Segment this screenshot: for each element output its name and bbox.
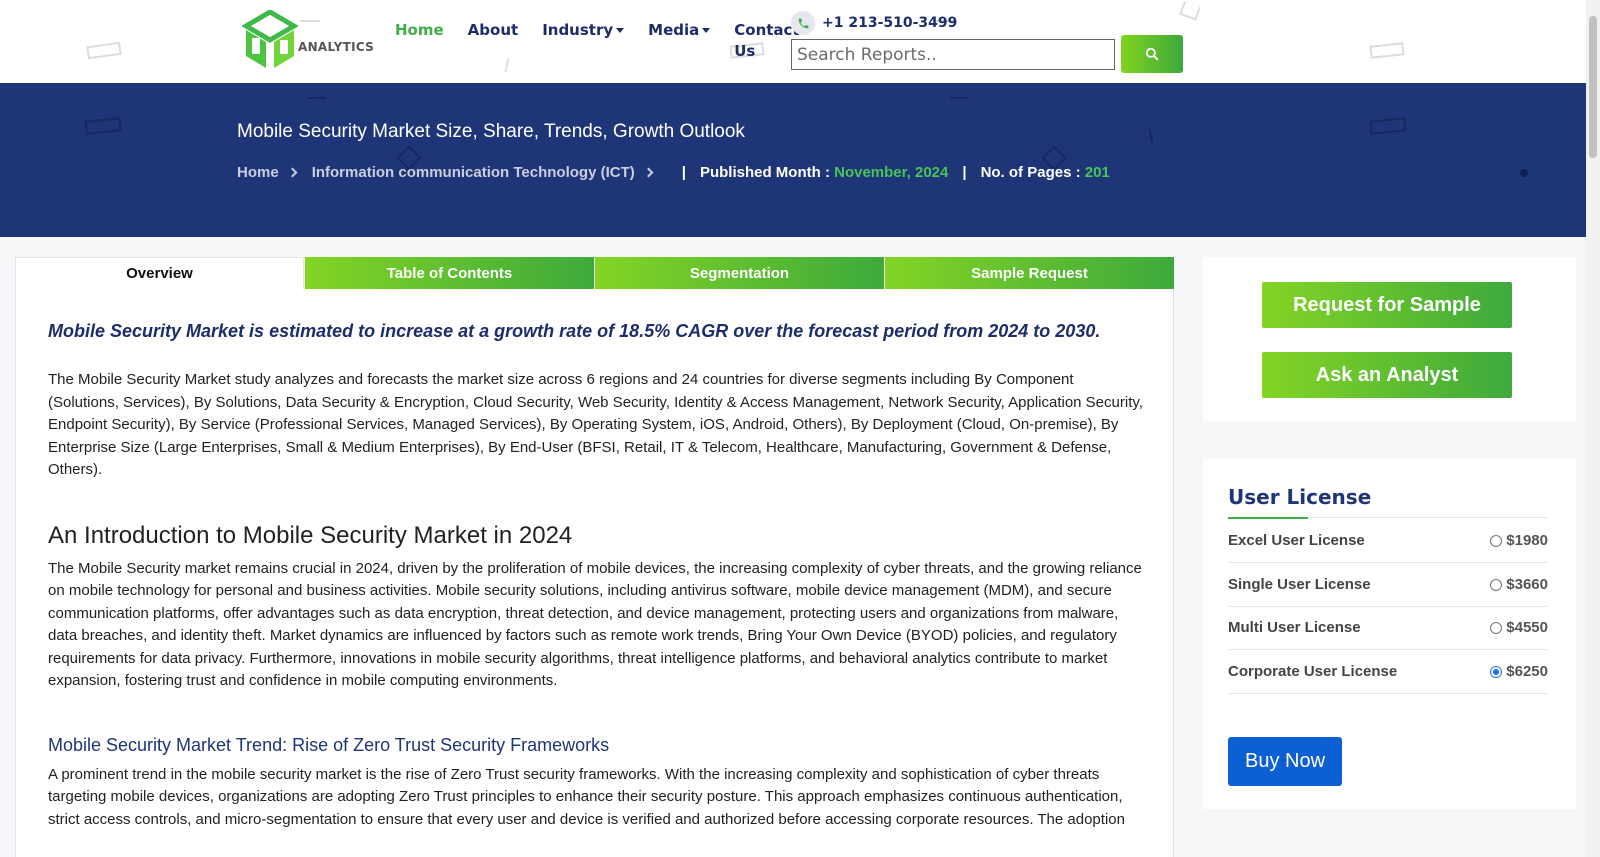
nav-industry-label: Industry [542, 21, 614, 39]
chevron-right-icon [643, 167, 654, 178]
breadcrumb-home[interactable]: Home [237, 164, 279, 181]
license-radio[interactable] [1490, 621, 1503, 634]
license-price-group: $4550 [1490, 619, 1548, 636]
separator: | [681, 164, 686, 181]
pages-label: No. of Pages : [980, 164, 1081, 181]
chevron-right-icon [287, 167, 298, 178]
phone-number: +1 213-510-3499 [822, 15, 958, 31]
scrollbar-thumb[interactable] [1589, 16, 1597, 158]
tab-table-of-contents[interactable]: Table of Contents [305, 257, 594, 289]
license-option-single[interactable]: Single User License $3660 [1228, 563, 1548, 607]
search-button[interactable] [1121, 35, 1183, 73]
sidebar-actions-card: Request for Sample Ask an Analyst [1203, 257, 1576, 421]
tab-overview[interactable]: Overview [15, 257, 304, 289]
nav-about[interactable]: About [468, 20, 519, 62]
license-name: Multi User License [1228, 619, 1361, 636]
intro-heading: An Introduction to Mobile Security Marke… [48, 521, 573, 549]
license-option-excel[interactable]: Excel User License $1980 [1228, 519, 1548, 563]
report-tabs: Overview Table of Contents Segmentation … [15, 257, 1175, 289]
decor-shape [950, 97, 968, 99]
market-lead-statement: Mobile Security Market is estimated to i… [48, 321, 1101, 341]
ask-analyst-button[interactable]: Ask an Analyst [1262, 352, 1512, 398]
search-input[interactable] [791, 39, 1115, 70]
nav-industry-dropdown[interactable]: Industry [542, 20, 625, 62]
main-nav: Home About Industry Media Contact Us [395, 20, 828, 62]
caret-down-icon [702, 28, 711, 33]
logo-cube-icon [241, 9, 299, 68]
license-price-group: $3660 [1490, 576, 1548, 593]
license-radio[interactable] [1490, 534, 1503, 547]
license-price-group: $1980 [1490, 532, 1548, 549]
overview-content: Mobile Security Market is estimated to i… [48, 318, 1144, 831]
decor-shape [1369, 117, 1407, 135]
license-name: Corporate User License [1228, 663, 1398, 680]
nav-home[interactable]: Home [395, 20, 444, 62]
page: ANALYTICS Home About Industry Media Cont… [0, 0, 1600, 857]
decor-shape [86, 41, 122, 60]
buy-now-button[interactable]: Buy Now [1228, 737, 1342, 786]
separator: | [962, 164, 967, 181]
published-value: November, 2024 [834, 164, 949, 181]
pages-value: 201 [1084, 164, 1110, 181]
decor-shape [1369, 42, 1405, 59]
trend-paragraph: A prominent trend in the mobile security… [48, 765, 1125, 828]
trend-heading: Mobile Security Market Trend: Rise of Ze… [48, 734, 610, 755]
breadcrumb-category[interactable]: Information communication Technology (IC… [312, 164, 635, 181]
nav-contact-label: Contact Us [734, 21, 800, 60]
request-sample-button[interactable]: Request for Sample [1262, 282, 1512, 328]
decor-shape [1179, 1, 1201, 21]
decor-dot [1520, 169, 1528, 177]
license-title: User License [1228, 485, 1372, 509]
license-price-group: $6250 [1490, 663, 1548, 680]
user-license-card: User License Excel User License $1980 Si… [1203, 459, 1576, 809]
nav-home-label: Home [395, 21, 444, 39]
nav-about-label: About [467, 21, 519, 39]
license-price: $3660 [1506, 576, 1548, 593]
published-label: Published Month : [699, 164, 830, 181]
intro-paragraph: The Mobile Security market remains cruci… [48, 559, 1142, 690]
brand-logo[interactable]: ANALYTICS [241, 9, 374, 72]
market-study-paragraph: The Mobile Security Market study analyze… [48, 371, 1143, 478]
license-radio[interactable] [1490, 578, 1503, 591]
license-option-multi[interactable]: Multi User License $4550 [1228, 606, 1548, 650]
breadcrumb: Home Information communication Technolog… [237, 164, 1110, 181]
nav-media-label: Media [648, 21, 700, 39]
top-header: ANALYTICS Home About Industry Media Cont… [0, 0, 1586, 83]
decor-shape [1148, 128, 1154, 144]
page-banner: Mobile Security Market Size, Share, Tren… [0, 83, 1586, 237]
page-scrollbar[interactable] [1586, 0, 1600, 857]
decor-shape [308, 97, 326, 99]
decor-shape [84, 117, 122, 135]
license-radio-selected[interactable] [1490, 665, 1503, 678]
license-price: $6250 [1506, 663, 1548, 680]
page-title: Mobile Security Market Size, Share, Tren… [237, 121, 745, 142]
logo-text: ANALYTICS [298, 40, 375, 54]
tab-segmentation[interactable]: Segmentation [595, 257, 884, 289]
phone-contact[interactable]: +1 213-510-3499 [791, 11, 957, 35]
caret-down-icon [616, 28, 625, 33]
license-price: $4550 [1506, 619, 1548, 636]
license-name: Excel User License [1228, 532, 1365, 549]
phone-icon [791, 11, 815, 35]
license-name: Single User License [1228, 576, 1371, 593]
search-icon [1145, 47, 1159, 61]
license-option-corporate[interactable]: Corporate User License $6250 [1228, 650, 1548, 694]
tab-sample-request[interactable]: Sample Request [885, 257, 1174, 289]
nav-media-dropdown[interactable]: Media [648, 20, 711, 62]
license-price: $1980 [1506, 532, 1548, 549]
